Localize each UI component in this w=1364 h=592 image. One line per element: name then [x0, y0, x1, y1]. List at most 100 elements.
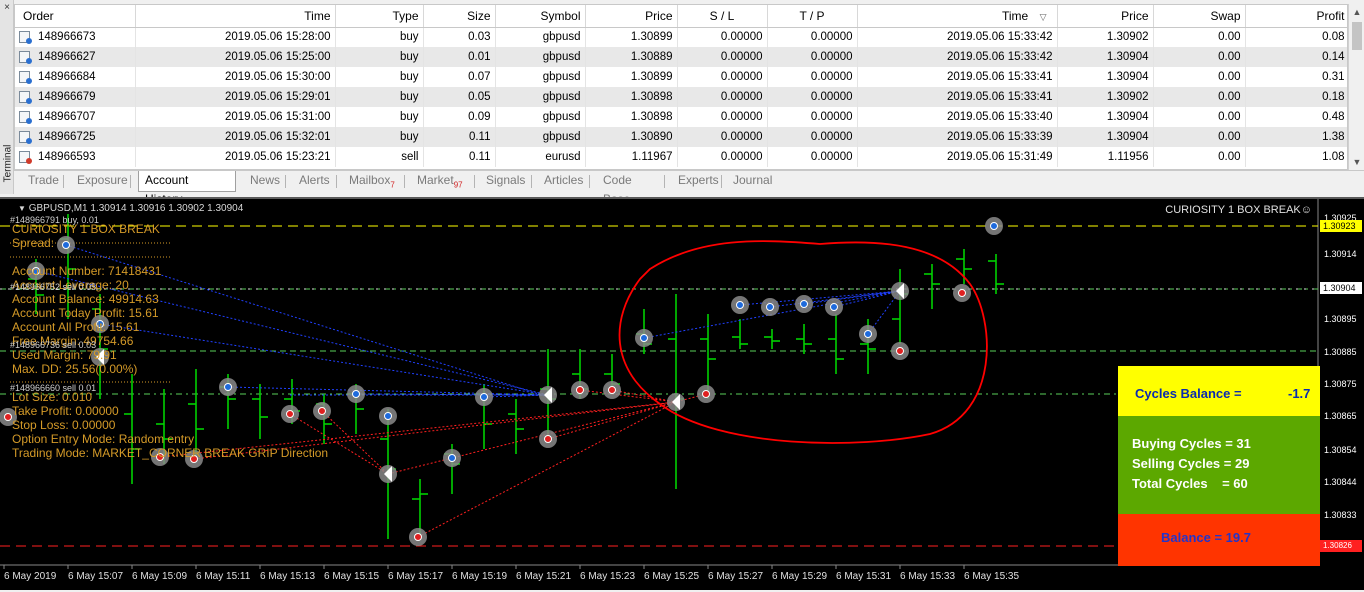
tab-journal[interactable]: Journal: [727, 171, 777, 191]
cell-price: 1.30898: [585, 87, 678, 107]
time-axis-label: 6 May 15:27: [708, 571, 764, 582]
ea-stop-loss: Stop Loss: 0.00000: [12, 418, 116, 432]
chart-symbol-header: ▼ GBPUSD,M1 1.30914 1.30916 1.30902 1.30…: [18, 203, 243, 214]
time-axis-label: 6 May 15:07: [68, 571, 124, 582]
tab-alerts[interactable]: Alerts: [293, 171, 337, 191]
price-chart[interactable]: ▼ GBPUSD,M1 1.30914 1.30916 1.30902 1.30…: [0, 197, 1364, 590]
chart-symbol-text: GBPUSD,M1 1.30914 1.30916 1.30902 1.3090…: [28, 203, 244, 214]
smiley-icon: ☺: [1300, 204, 1312, 216]
chart-menu-icon[interactable]: ▼: [18, 204, 26, 213]
col-header-price[interactable]: Price: [585, 5, 678, 28]
time-axis-label: 6 May 15:31: [836, 571, 892, 582]
col-header-close-price[interactable]: Price: [1057, 5, 1154, 28]
ea-name-text: CURIOSITY 1 BOX BREAK: [1165, 204, 1301, 216]
cell-tp: 0.00000: [767, 127, 858, 147]
col-header-swap[interactable]: Swap: [1153, 5, 1246, 28]
col-header-type[interactable]: Type: [335, 5, 424, 28]
time-axis-label: 6 May 15:11: [196, 571, 251, 582]
buying-cycles: Buying Cycles = 31: [1132, 436, 1251, 451]
tab-separator: [404, 175, 405, 188]
col-header-order[interactable]: Order: [15, 5, 136, 28]
cell-order: 148966684: [15, 67, 136, 87]
table-row[interactable]: 148966725 2019.05.06 15:32:01 buy 0.11 gbpus…: [15, 127, 1347, 147]
tab-articles[interactable]: Articles: [538, 171, 590, 191]
cell-tp: 0.00000: [767, 47, 858, 67]
cell-swap: 0.00: [1153, 107, 1246, 127]
tab-separator: [721, 175, 722, 188]
price-axis-label: 1.30833: [1324, 510, 1357, 520]
ea-max-dd: Max. DD: 25.56(0.00%): [12, 362, 138, 376]
tab-signals[interactable]: Signals: [480, 171, 532, 191]
col-header-open-time[interactable]: Time: [135, 5, 336, 28]
time-axis-label: 6 May 15:35: [964, 571, 1020, 582]
col-header-profit[interactable]: Profit: [1245, 5, 1347, 28]
col-header-sl[interactable]: S / L: [677, 5, 768, 28]
cell-close-time: 2019.05.06 15:33:42: [857, 27, 1058, 47]
order-number: 148966684: [38, 71, 96, 84]
cell-symbol: gbpusd: [495, 87, 586, 107]
cell-tp: 0.00000: [767, 87, 858, 107]
close-icon[interactable]: ×: [2, 3, 12, 13]
price-axis-label: 1.30885: [1324, 347, 1357, 357]
ask-price-tag: 1.30923: [1320, 220, 1362, 232]
selling-cycles: Selling Cycles = 29: [1132, 456, 1250, 471]
sell-marker-dot: [702, 390, 710, 398]
tab-mailbox[interactable]: Mailbox7: [343, 171, 405, 191]
cell-symbol: gbpusd: [495, 67, 586, 87]
scroll-up-icon[interactable]: ▲: [1351, 6, 1363, 18]
tab-news[interactable]: News: [244, 171, 286, 191]
col-header-symbol[interactable]: Symbol: [495, 5, 586, 28]
table-row[interactable]: 148966627 2019.05.06 15:25:00 buy 0.01 gbpus…: [15, 47, 1347, 67]
trend-line-sell: [417, 401, 677, 538]
buy-order-icon: [19, 31, 32, 45]
time-axis-label: 6 May 15:21: [516, 571, 572, 582]
sell-marker-dot: [576, 386, 584, 394]
cell-size: 0.11: [423, 127, 496, 147]
cell-swap: 0.00: [1153, 127, 1246, 147]
cell-profit: 0.31: [1245, 67, 1347, 87]
cell-swap: 0.00: [1153, 47, 1246, 67]
col-header-tp[interactable]: T / P: [767, 5, 858, 28]
tab-label: Mailbox: [349, 173, 391, 187]
col-header-close-time-label: Time: [1002, 8, 1029, 23]
buy-order-icon: [19, 70, 32, 84]
tab-label: Exposure: [77, 173, 128, 187]
tab-separator: [664, 175, 665, 188]
sell-marker-dot: [896, 347, 904, 355]
buy-marker-dot: [352, 390, 360, 398]
cell-swap: 0.00: [1153, 27, 1246, 47]
cell-symbol: gbpusd: [495, 27, 586, 47]
tab-account-history[interactable]: Account History: [138, 171, 236, 206]
cell-swap: 0.00: [1153, 87, 1246, 107]
buy-marker-dot: [864, 330, 872, 338]
table-row[interactable]: 148966679 2019.05.06 15:29:01 buy 0.05 gbpus…: [15, 87, 1347, 107]
buy-marker-dot: [62, 241, 70, 249]
col-header-close-time[interactable]: Time ▽: [857, 5, 1058, 28]
table-row[interactable]: 148966673 2019.05.06 15:28:00 buy 0.03 gbpus…: [15, 27, 1347, 47]
tab-label: Market: [417, 173, 454, 187]
table-row[interactable]: 148966684 2019.05.06 15:30:00 buy 0.07 gbpus…: [15, 67, 1347, 87]
cell-sl: 0.00000: [677, 47, 768, 67]
tab-separator: [474, 175, 475, 188]
cell-size: 0.03: [423, 27, 496, 47]
table-row[interactable]: 148966707 2019.05.06 15:31:00 buy 0.09 gbpus…: [15, 107, 1347, 127]
tab-market[interactable]: Market97: [411, 171, 475, 191]
tab-exposure[interactable]: Exposure: [71, 171, 131, 191]
cell-sl: 0.00000: [677, 87, 768, 107]
scrollbar-thumb[interactable]: [1352, 22, 1362, 50]
cell-type: buy: [335, 47, 424, 67]
tab-code-base[interactable]: Code Base: [597, 171, 665, 206]
cell-open-time: 2019.05.06 15:31:00: [135, 107, 336, 127]
tab-trade[interactable]: Trade: [22, 171, 64, 191]
buy-marker-dot: [640, 334, 648, 342]
scroll-down-icon[interactable]: ▼: [1351, 156, 1363, 168]
table-row[interactable]: 148966593 2019.05.06 15:23:21 sell 0.11 euru…: [15, 147, 1347, 167]
trend-line-sell: [321, 410, 389, 475]
col-header-size[interactable]: Size: [423, 5, 496, 28]
cell-open-time: 2019.05.06 15:23:21: [135, 147, 336, 167]
tab-experts[interactable]: Experts: [672, 171, 722, 191]
tab-separator: [531, 175, 532, 188]
tab-label: Trade: [28, 173, 59, 187]
table-scrollbar[interactable]: ▲ ▼: [1348, 4, 1364, 170]
trend-line-sell: [579, 389, 677, 403]
